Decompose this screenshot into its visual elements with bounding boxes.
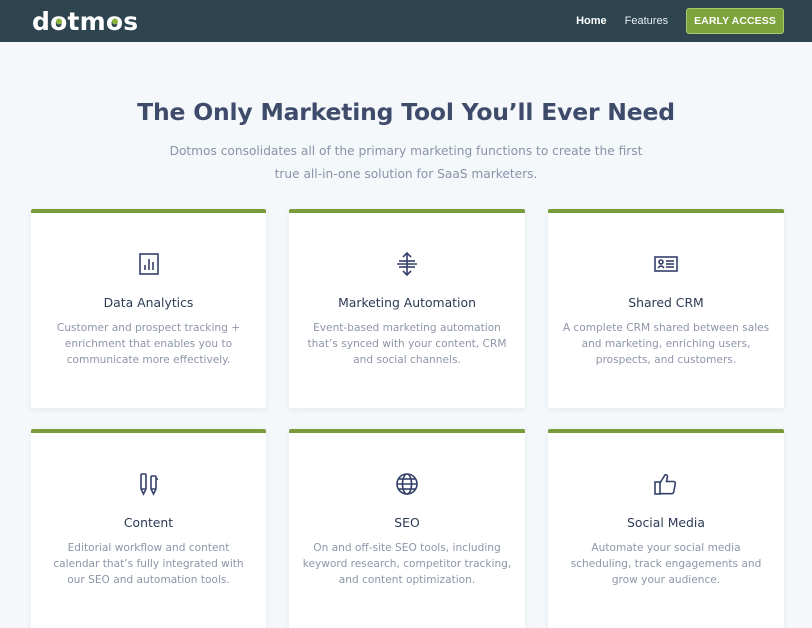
bar-chart-icon: [136, 251, 162, 277]
globe-icon: [394, 471, 420, 497]
feature-description: On and off-site SEO tools, including key…: [302, 542, 512, 586]
feature-title: Marketing Automation: [338, 295, 476, 310]
arrows-vertical-icon: [394, 251, 420, 277]
hero-subtitle: Dotmos consolidates all of the primary m…: [169, 144, 643, 181]
early-access-button[interactable]: EARLY ACCESS: [686, 8, 784, 34]
main-nav: Home Features EARLY ACCESS: [558, 8, 784, 34]
feature-title: Social Media: [627, 515, 705, 530]
pen-pencil-icon: [136, 471, 162, 497]
nav-home-link[interactable]: Home: [576, 15, 607, 27]
thumbs-up-icon: [653, 471, 679, 497]
feature-description: Customer and prospect tracking + enrichm…: [56, 322, 241, 366]
nav-features-link[interactable]: Features: [625, 15, 668, 27]
feature-title: Data Analytics: [103, 295, 194, 310]
feature-title: SEO: [394, 515, 420, 530]
feature-card-seo: SEO On and off-site SEO tools, including…: [289, 429, 525, 628]
features-grid: Data Analytics Customer and prospect tra…: [31, 209, 784, 628]
feature-card-social-media: Social Media Automate your social media …: [548, 429, 784, 628]
feature-description: Automate your social media scheduling, t…: [570, 542, 762, 586]
feature-description: Editorial workflow and content calendar …: [53, 542, 244, 586]
logo[interactable]: dotmos: [32, 9, 138, 34]
feature-title: Content: [123, 515, 174, 530]
feature-card-data-analytics: Data Analytics Customer and prospect tra…: [31, 209, 266, 408]
id-card-icon: [653, 251, 679, 277]
feature-title: Shared CRM: [628, 295, 704, 310]
page-title: The Only Marketing Tool You’ll Ever Need: [137, 98, 675, 126]
feature-description: A complete CRM shared between sales and …: [562, 322, 770, 366]
feature-description: Event-based marketing automation that’s …: [307, 322, 507, 366]
feature-card-content: Content Editorial workflow and content c…: [31, 429, 266, 628]
top-navbar: dotmos Home Features EARLY ACCESS: [0, 0, 812, 42]
feature-card-marketing-automation: Marketing Automation Event-based marketi…: [289, 209, 525, 408]
hero-section: The Only Marketing Tool You’ll Ever Need…: [0, 42, 812, 186]
feature-card-shared-crm: Shared CRM A complete CRM shared between…: [548, 209, 784, 408]
